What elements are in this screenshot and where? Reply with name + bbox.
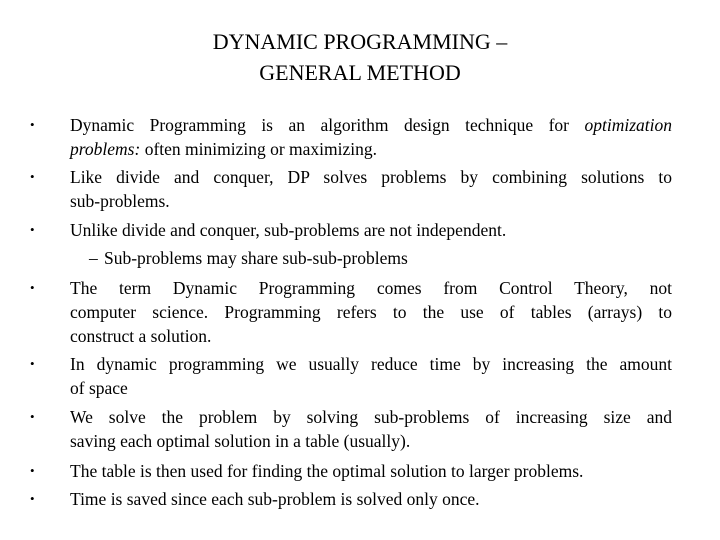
bullet-icon: • bbox=[30, 463, 35, 478]
bullet-icon: • bbox=[30, 409, 35, 424]
bullet-3-subitem-1: Sub-problems may share sub-sub-problems bbox=[104, 248, 408, 268]
bullet-2-line-2: sub-problems. bbox=[70, 191, 170, 211]
bullet-6-line-1: We solve the problem by solving sub-prob… bbox=[70, 407, 672, 427]
slide-title: DYNAMIC PROGRAMMING – GENERAL METHOD bbox=[0, 26, 720, 88]
bullet-4-line-2: computer science. Programming refers to … bbox=[70, 302, 672, 322]
bullet-3-line-1: Unlike divide and conquer, sub-problems … bbox=[70, 220, 507, 240]
dash-icon: – bbox=[89, 248, 98, 268]
title-line-2: GENERAL METHOD bbox=[259, 60, 461, 85]
emphasis-text: optimization bbox=[584, 115, 672, 135]
bullet-1-line-2: problems: often minimizing or maximizing… bbox=[70, 139, 378, 159]
bullet-4-line-3: construct a solution. bbox=[70, 326, 212, 346]
bullet-5-line-2: of space bbox=[70, 378, 128, 398]
bullet-7-line-1: The table is then used for finding the o… bbox=[70, 461, 584, 481]
bullet-5-line-1: In dynamic programming we usually reduce… bbox=[70, 354, 672, 374]
bullet-2-line-1: Like divide and conquer, DP solves probl… bbox=[70, 167, 672, 187]
bullet-8-line-1: Time is saved since each sub-problem is … bbox=[70, 489, 480, 509]
emphasis-text: problems: bbox=[70, 139, 141, 159]
bullet-icon: • bbox=[30, 491, 35, 506]
bullet-icon: • bbox=[30, 356, 35, 371]
bullet-1-line-1: Dynamic Programming is an algorithm desi… bbox=[70, 115, 672, 135]
bullet-6-line-2: saving each optimal solution in a table … bbox=[70, 431, 411, 451]
bullet-icon: • bbox=[30, 280, 35, 295]
bullet-icon: • bbox=[30, 117, 35, 132]
bullet-icon: • bbox=[30, 222, 35, 237]
bullet-4-line-1: The term Dynamic Programming comes from … bbox=[70, 278, 672, 298]
bullet-icon: • bbox=[30, 169, 35, 184]
title-line-1: DYNAMIC PROGRAMMING – bbox=[212, 29, 508, 54]
